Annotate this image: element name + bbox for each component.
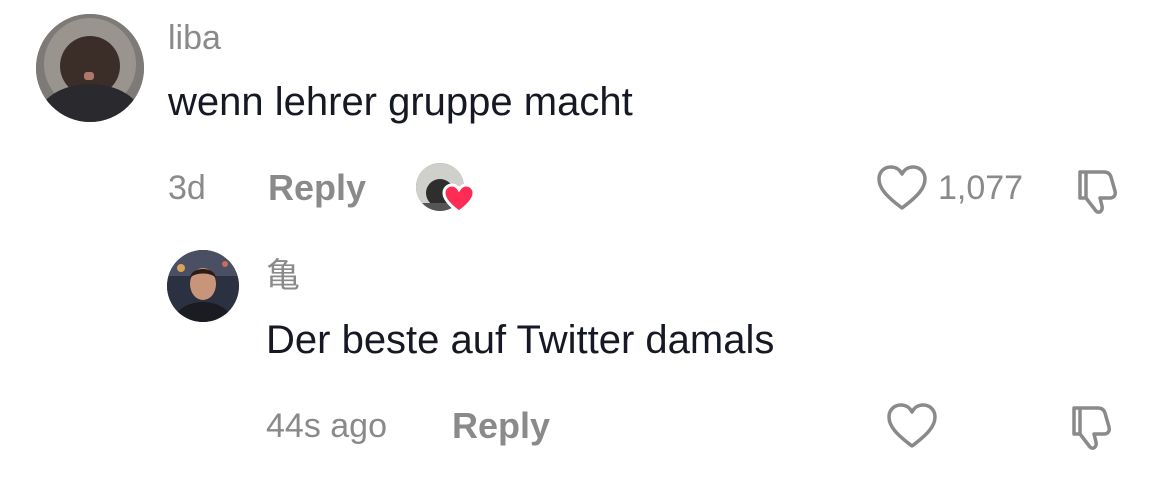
- dislike-button[interactable]: [1064, 400, 1118, 454]
- comment-timestamp: 44s ago: [266, 407, 387, 445]
- commenter-avatar[interactable]: [167, 250, 239, 322]
- dislike-icon: [1070, 164, 1124, 218]
- commenter-avatar[interactable]: [36, 14, 144, 122]
- comment-username[interactable]: 亀: [266, 256, 300, 296]
- dislike-button[interactable]: [1070, 164, 1124, 218]
- reply-button[interactable]: Reply: [452, 406, 550, 446]
- like-button[interactable]: [886, 402, 938, 450]
- heart-outline-icon: [886, 402, 938, 450]
- like-button[interactable]: [876, 164, 928, 212]
- reply-button[interactable]: Reply: [268, 168, 366, 208]
- dislike-icon: [1064, 400, 1118, 454]
- heart-badge-icon: [442, 183, 476, 220]
- comment-username[interactable]: liba: [168, 18, 221, 58]
- reply-comment-item: 亀 Der beste auf Twitter damals 44s ago R…: [0, 230, 1169, 480]
- comment-item: liba wenn lehrer gruppe macht 3d Reply 1…: [0, 0, 1169, 230]
- comment-timestamp: 3d: [168, 169, 206, 207]
- comment-text: wenn lehrer gruppe macht: [168, 80, 633, 124]
- like-count: 1,077: [938, 169, 1024, 207]
- comment-text: Der beste auf Twitter damals: [266, 318, 775, 362]
- heart-outline-icon: [876, 164, 928, 212]
- creator-liked-badge: [416, 163, 476, 215]
